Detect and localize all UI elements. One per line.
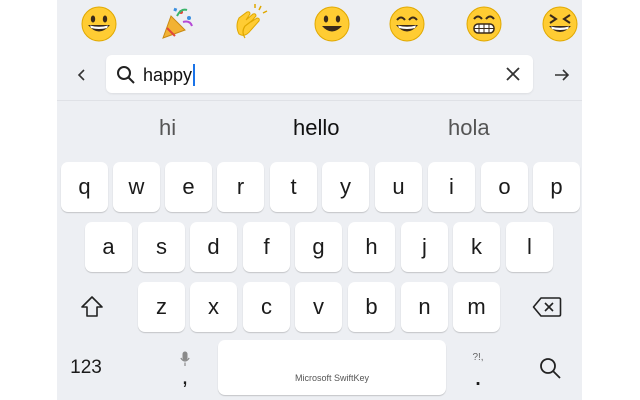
grinning-smiling-eyes-icon[interactable] (387, 4, 427, 44)
key-g[interactable]: g (295, 222, 342, 272)
search-query: happy (143, 64, 195, 86)
search-input[interactable]: happy (106, 55, 533, 93)
key-y[interactable]: y (322, 162, 369, 212)
go-button[interactable] (547, 60, 577, 90)
word-suggestion-bar: hi hello hola (57, 100, 582, 153)
key-e[interactable]: e (165, 162, 212, 212)
back-button[interactable] (67, 60, 97, 90)
space-bar-label: Microsoft SwiftKey (294, 373, 370, 383)
space-bar[interactable]: Microsoft SwiftKey (218, 340, 446, 395)
key-z[interactable]: z (138, 282, 185, 332)
key-l[interactable]: l (506, 222, 553, 272)
key-a[interactable]: a (85, 222, 132, 272)
key-c[interactable]: c (243, 282, 290, 332)
key-n[interactable]: n (401, 282, 448, 332)
close-icon (506, 67, 520, 81)
period-label: . (474, 360, 482, 391)
beaming-face-icon[interactable] (464, 4, 504, 44)
backspace-icon (532, 297, 562, 317)
suggestion-right[interactable]: hola (448, 115, 490, 141)
key-u[interactable]: u (375, 162, 422, 212)
key-m[interactable]: m (453, 282, 500, 332)
clapping-hands-icon[interactable] (229, 4, 269, 44)
key-h[interactable]: h (348, 222, 395, 272)
emoji-search-row: happy (57, 52, 582, 98)
period-key[interactable]: ?!, . (452, 342, 504, 396)
key-p[interactable]: p (533, 162, 580, 212)
smiley-face-icon[interactable] (312, 4, 352, 44)
shift-key[interactable] (65, 282, 119, 332)
key-k[interactable]: k (453, 222, 500, 272)
key-o[interactable]: o (481, 162, 528, 212)
backspace-key[interactable] (519, 282, 575, 332)
comma-voice-key[interactable]: , (157, 342, 213, 396)
search-icon (540, 358, 561, 379)
shift-arrow-icon (81, 296, 103, 317)
party-popper-icon[interactable] (157, 4, 197, 44)
comma-label: , (181, 363, 189, 390)
key-r[interactable]: r (217, 162, 264, 212)
key-d[interactable]: d (190, 222, 237, 272)
emoji-suggestion-row (57, 0, 582, 50)
key-x[interactable]: x (190, 282, 237, 332)
key-s[interactable]: s (138, 222, 185, 272)
key-t[interactable]: t (270, 162, 317, 212)
key-v[interactable]: v (295, 282, 342, 332)
clear-search-button[interactable] (501, 62, 525, 86)
key-w[interactable]: w (113, 162, 160, 212)
suggestion-left[interactable]: hi (159, 115, 176, 141)
grinning-face-icon[interactable] (79, 4, 119, 44)
keyboard-panel: happy hi hello hola q w e r t y u i o p … (57, 0, 582, 400)
arrow-right-icon (555, 69, 570, 81)
search-action-key[interactable] (525, 344, 575, 392)
chevron-left-icon (77, 69, 85, 81)
squinting-face-icon[interactable] (540, 4, 580, 44)
key-q[interactable]: q (61, 162, 108, 212)
key-b[interactable]: b (348, 282, 395, 332)
text-caret (193, 64, 195, 86)
key-j[interactable]: j (401, 222, 448, 272)
numbers-key[interactable]: 123 (59, 344, 113, 392)
suggestion-middle[interactable]: hello (293, 115, 339, 141)
search-icon (117, 66, 135, 84)
key-f[interactable]: f (243, 222, 290, 272)
key-i[interactable]: i (428, 162, 475, 212)
